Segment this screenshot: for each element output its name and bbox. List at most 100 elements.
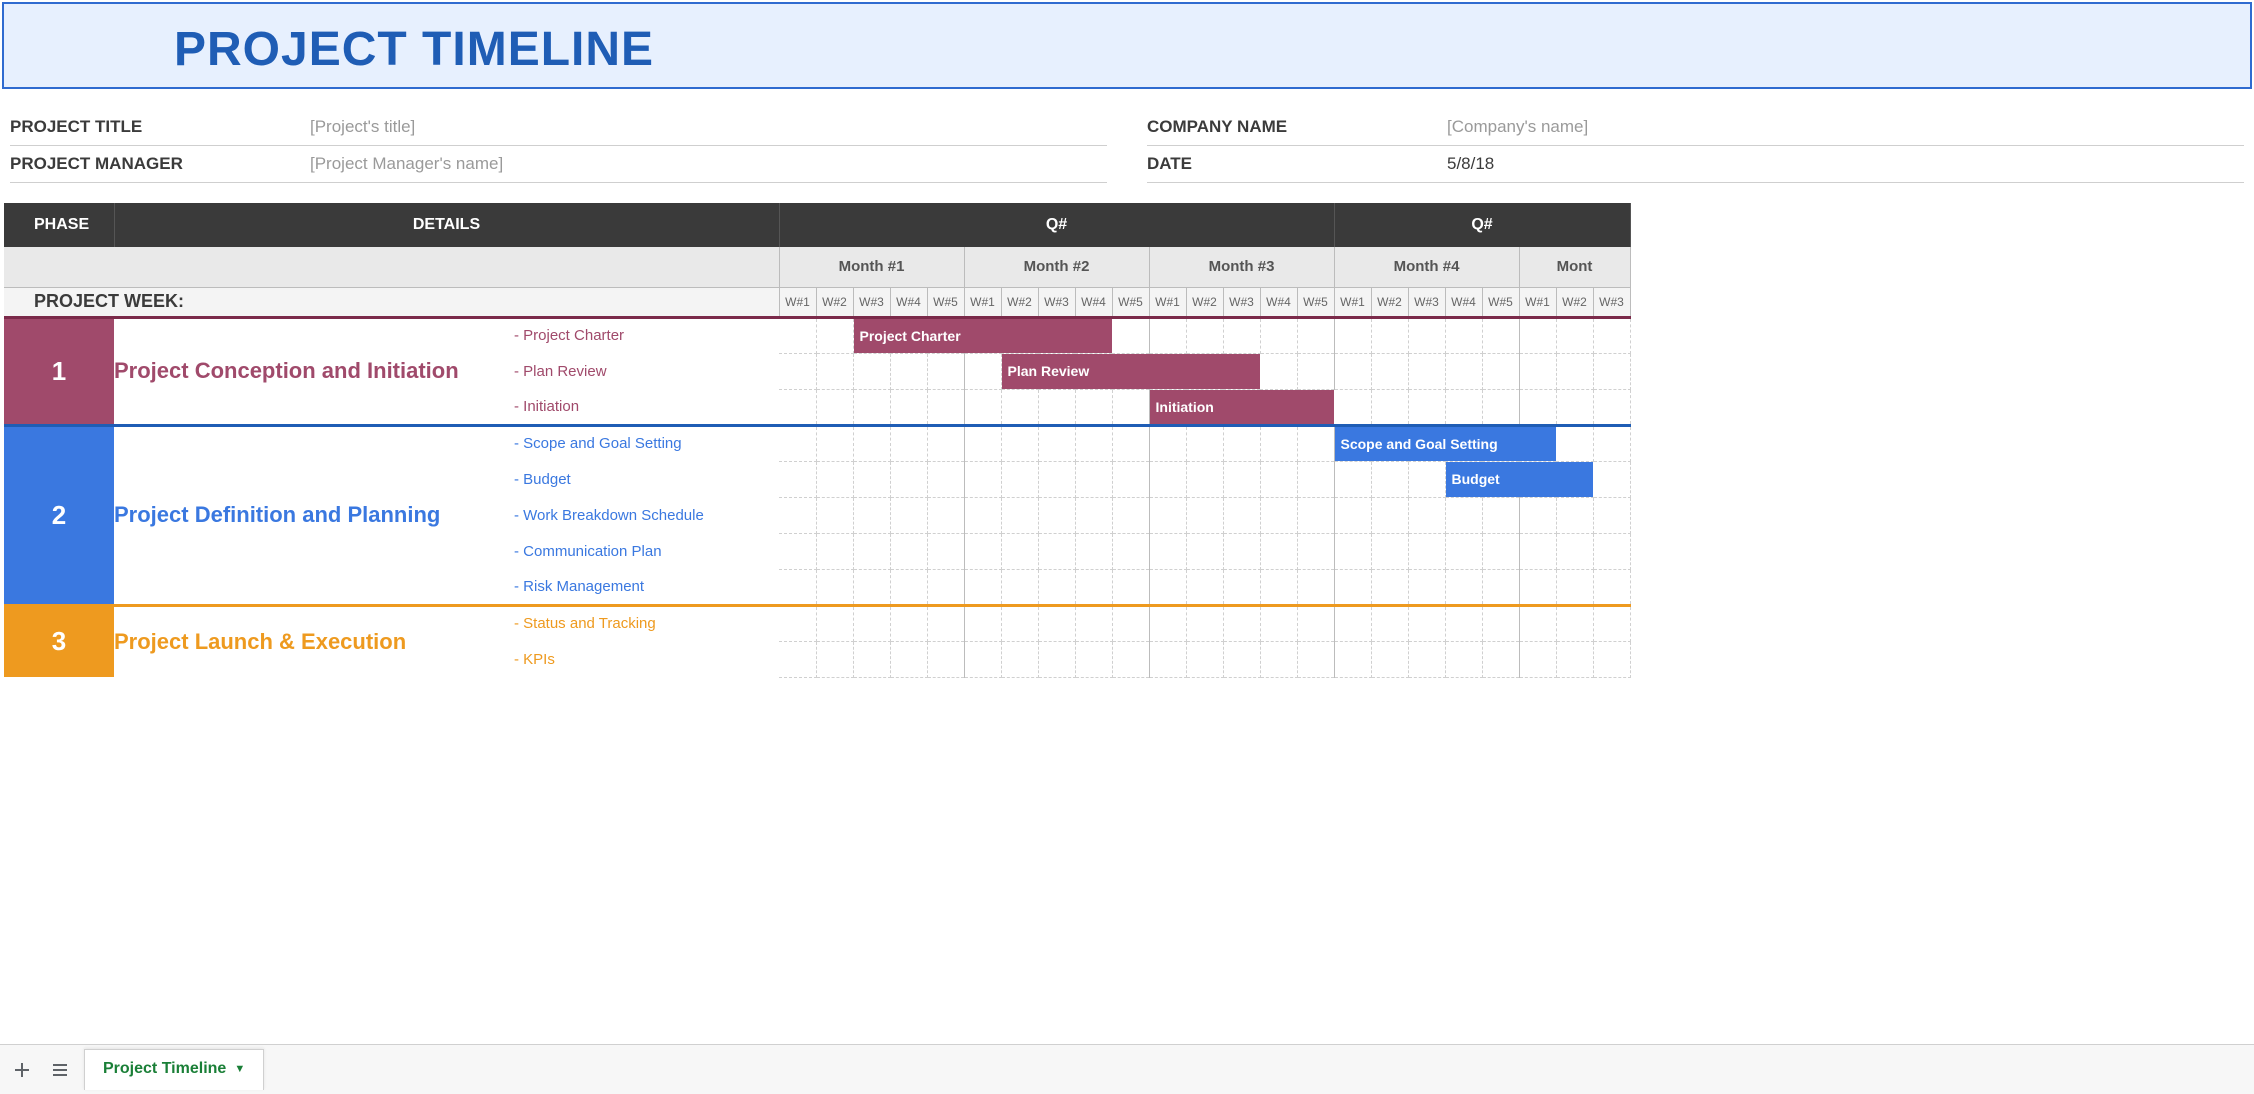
timeline-cell[interactable]	[1001, 641, 1038, 677]
timeline-cell[interactable]	[1334, 389, 1371, 425]
timeline-cell[interactable]	[1445, 317, 1482, 353]
timeline-cell[interactable]	[853, 569, 890, 605]
timeline-cell[interactable]	[816, 641, 853, 677]
gantt-bar[interactable]: Plan Review	[1002, 354, 1261, 389]
gantt-bar-cell[interactable]: Project Charter	[853, 317, 1112, 353]
timeline-cell[interactable]	[816, 425, 853, 461]
timeline-cell[interactable]	[816, 605, 853, 641]
timeline-cell[interactable]	[1408, 605, 1445, 641]
timeline-cell[interactable]	[1223, 461, 1260, 497]
timeline-cell[interactable]	[1482, 389, 1519, 425]
timeline-cell[interactable]	[1223, 497, 1260, 533]
timeline-cell[interactable]	[1186, 425, 1223, 461]
timeline-cell[interactable]	[1519, 533, 1556, 569]
gantt-bar[interactable]: Initiation	[1150, 390, 1335, 424]
timeline-cell[interactable]	[1334, 353, 1371, 389]
timeline-cell[interactable]	[1408, 389, 1445, 425]
timeline-cell[interactable]	[1001, 497, 1038, 533]
timeline-cell[interactable]	[1519, 569, 1556, 605]
timeline-cell[interactable]	[1334, 641, 1371, 677]
timeline-cell[interactable]	[1371, 533, 1408, 569]
timeline-cell[interactable]	[1519, 353, 1556, 389]
timeline-cell[interactable]	[1519, 641, 1556, 677]
meta-value[interactable]: 5/8/18	[1447, 154, 1494, 174]
timeline-cell[interactable]	[890, 497, 927, 533]
timeline-cell[interactable]	[1334, 497, 1371, 533]
timeline-cell[interactable]	[1260, 641, 1297, 677]
timeline-cell[interactable]	[927, 641, 964, 677]
timeline-cell[interactable]	[1186, 497, 1223, 533]
phase-detail[interactable]: - Status and Tracking	[514, 605, 779, 641]
timeline-cell[interactable]	[1112, 497, 1149, 533]
timeline-cell[interactable]	[779, 425, 816, 461]
phase-detail[interactable]: - Budget	[514, 461, 779, 497]
timeline-cell[interactable]	[1556, 497, 1593, 533]
timeline-cell[interactable]	[1408, 317, 1445, 353]
timeline-cell[interactable]	[927, 569, 964, 605]
timeline-cell[interactable]	[779, 317, 816, 353]
timeline-cell[interactable]	[779, 497, 816, 533]
timeline-cell[interactable]	[1482, 533, 1519, 569]
timeline-cell[interactable]	[1408, 569, 1445, 605]
timeline-cell[interactable]	[1556, 425, 1593, 461]
timeline-cell[interactable]	[853, 605, 890, 641]
phase-detail[interactable]: - Scope and Goal Setting	[514, 425, 779, 461]
timeline-cell[interactable]	[779, 605, 816, 641]
timeline-cell[interactable]	[779, 389, 816, 425]
timeline-cell[interactable]	[1297, 425, 1334, 461]
phase-detail[interactable]: - Initiation	[514, 389, 779, 425]
timeline-cell[interactable]	[1149, 533, 1186, 569]
timeline-cell[interactable]	[1519, 389, 1556, 425]
timeline-table[interactable]: PHASEDETAILSQ#Q#Month #1Month #2Month #3…	[4, 203, 1631, 678]
timeline-cell[interactable]	[1408, 353, 1445, 389]
timeline-cell[interactable]	[1297, 353, 1334, 389]
timeline-cell[interactable]	[1297, 569, 1334, 605]
timeline-cell[interactable]	[1038, 497, 1075, 533]
timeline-cell[interactable]	[927, 425, 964, 461]
gantt-bar-cell[interactable]: Scope and Goal Setting	[1334, 425, 1556, 461]
timeline-cell[interactable]	[1223, 533, 1260, 569]
timeline-cell[interactable]	[1445, 533, 1482, 569]
timeline-cell[interactable]	[1149, 425, 1186, 461]
timeline-cell[interactable]	[853, 497, 890, 533]
timeline-cell[interactable]	[1001, 389, 1038, 425]
timeline-cell[interactable]	[1519, 605, 1556, 641]
timeline-cell[interactable]	[1519, 497, 1556, 533]
timeline-cell[interactable]	[1556, 353, 1593, 389]
timeline-cell[interactable]	[1186, 641, 1223, 677]
meta-value[interactable]: [Project's title]	[310, 117, 415, 137]
timeline-cell[interactable]	[853, 461, 890, 497]
timeline-cell[interactable]	[1556, 605, 1593, 641]
timeline-cell[interactable]	[1260, 425, 1297, 461]
timeline-cell[interactable]	[1260, 605, 1297, 641]
meta-value[interactable]: [Company's name]	[1447, 117, 1588, 137]
timeline-cell[interactable]	[1149, 605, 1186, 641]
timeline-cell[interactable]	[1112, 425, 1149, 461]
timeline-cell[interactable]	[1371, 641, 1408, 677]
timeline-cell[interactable]	[853, 425, 890, 461]
timeline-cell[interactable]	[1149, 497, 1186, 533]
timeline-cell[interactable]	[853, 389, 890, 425]
timeline-cell[interactable]	[1297, 317, 1334, 353]
timeline-cell[interactable]	[890, 389, 927, 425]
timeline-cell[interactable]	[964, 389, 1001, 425]
timeline-cell[interactable]	[927, 389, 964, 425]
timeline-cell[interactable]	[779, 641, 816, 677]
timeline-cell[interactable]	[1445, 605, 1482, 641]
timeline-cell[interactable]	[1038, 425, 1075, 461]
timeline-cell[interactable]	[1223, 569, 1260, 605]
timeline-cell[interactable]	[1223, 605, 1260, 641]
timeline-cell[interactable]	[1075, 641, 1112, 677]
timeline-cell[interactable]	[964, 605, 1001, 641]
timeline-cell[interactable]	[1260, 533, 1297, 569]
timeline-cell[interactable]	[890, 569, 927, 605]
timeline-cell[interactable]	[1038, 389, 1075, 425]
timeline-cell[interactable]	[779, 353, 816, 389]
timeline-cell[interactable]	[1445, 569, 1482, 605]
timeline-cell[interactable]	[1223, 425, 1260, 461]
gantt-bar-cell[interactable]: Initiation	[1149, 389, 1334, 425]
timeline-cell[interactable]	[1260, 353, 1297, 389]
timeline-cell[interactable]	[1593, 497, 1630, 533]
sheet-tab-project-timeline[interactable]: Project Timeline ▼	[84, 1049, 264, 1090]
timeline-cell[interactable]	[890, 461, 927, 497]
